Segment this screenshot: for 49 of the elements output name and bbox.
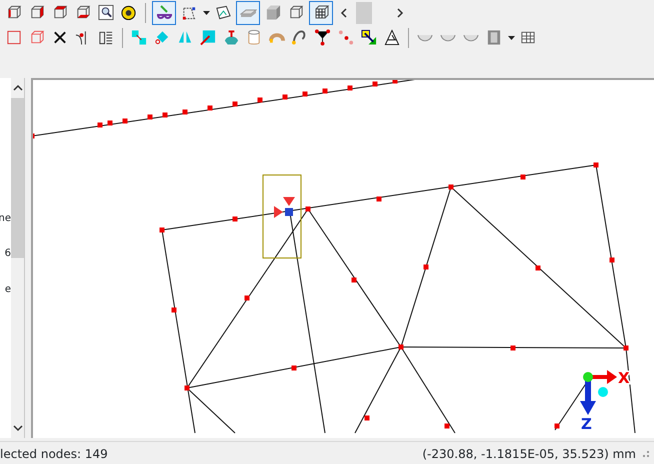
cross-icon xyxy=(52,29,68,46)
glasses-tool-button[interactable] xyxy=(152,0,176,24)
sheet-icon xyxy=(215,4,231,21)
cube-icon xyxy=(29,29,45,46)
cursor-coordinates: (-230.88, -1.1815E-05, 35.523) mm xyxy=(422,446,636,462)
z-axis-arrow xyxy=(580,379,596,415)
merge-icon xyxy=(315,29,331,46)
cube-icon xyxy=(52,4,68,21)
point-icon xyxy=(598,387,608,397)
zoom-tool-button[interactable] xyxy=(96,2,116,22)
cylinder-icon xyxy=(246,29,262,46)
scroll-right-icon[interactable] xyxy=(396,8,404,18)
truncated-label: 6 xyxy=(4,247,11,261)
origin-icon xyxy=(583,372,593,382)
resize-grip-icon[interactable] xyxy=(642,450,650,458)
squares-icon xyxy=(131,29,147,46)
truncated-label: e xyxy=(4,283,11,297)
cube-icon xyxy=(29,4,45,21)
dots-icon xyxy=(338,29,354,46)
slab-tool-button[interactable] xyxy=(236,0,260,24)
selected-node-icon xyxy=(274,197,295,218)
glasses-icon xyxy=(156,4,172,21)
grid-icon xyxy=(520,29,536,46)
dots-tool-button[interactable] xyxy=(336,28,356,48)
diamond-icon xyxy=(154,29,170,46)
wireframe-icon xyxy=(288,4,304,21)
solid-icon xyxy=(265,4,281,21)
flag-icon xyxy=(361,29,377,46)
square-icon xyxy=(6,29,22,46)
scroll-up-icon[interactable] xyxy=(12,84,22,92)
merge-tool-button[interactable] xyxy=(313,28,333,48)
triangle-tool-button[interactable] xyxy=(382,28,402,48)
flag-tool-button[interactable] xyxy=(359,28,379,48)
film-icon xyxy=(486,29,502,46)
zoom-icon xyxy=(98,4,114,21)
list-icon xyxy=(98,29,114,46)
hook-icon xyxy=(292,29,308,46)
selection-count: lected nodes: 149 xyxy=(0,446,108,462)
vertical-scrollbar[interactable] xyxy=(11,78,24,438)
mesh-tool-button[interactable] xyxy=(309,0,333,24)
cube-icon xyxy=(75,4,91,21)
z-axis-label: Z xyxy=(581,415,592,433)
mesh-icon xyxy=(312,4,330,21)
cube-icon xyxy=(6,4,22,21)
triangle-icon xyxy=(384,29,400,46)
scroll-left-icon[interactable] xyxy=(340,8,348,18)
scroll-down-icon[interactable] xyxy=(12,424,22,432)
square-arrow-tool-button[interactable] xyxy=(198,28,218,48)
horizontal-scrollbar[interactable] xyxy=(340,2,404,24)
